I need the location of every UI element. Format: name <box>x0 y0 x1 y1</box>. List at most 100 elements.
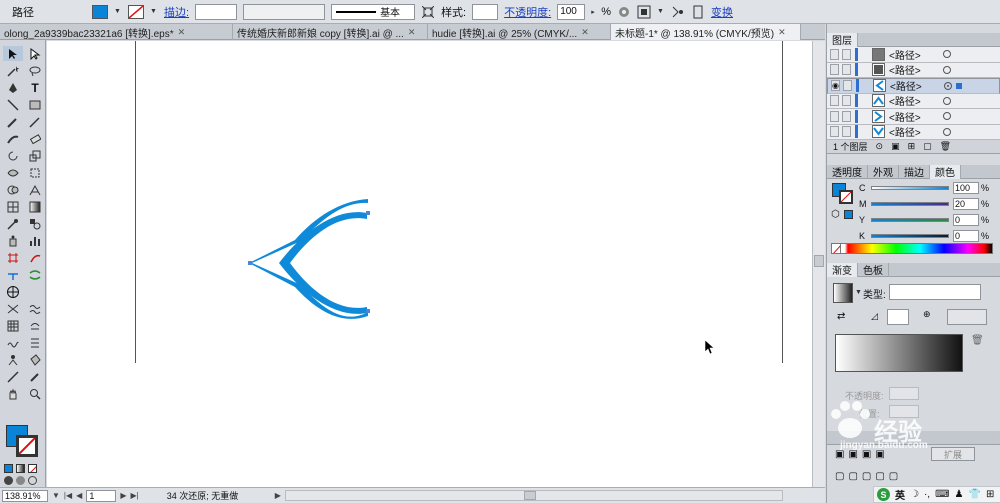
zoom-tool-icon[interactable] <box>25 386 45 401</box>
target-icon[interactable] <box>944 81 952 90</box>
bounding-tool-icon[interactable] <box>3 301 23 316</box>
scissors-tool-icon[interactable] <box>25 267 45 282</box>
opacity-link[interactable]: 不透明度: <box>504 4 551 20</box>
visibility-eye-icon[interactable]: ◉ <box>831 80 840 92</box>
document-tab-active[interactable]: 未标题-1* @ 138.91% (CMYK/预览) ✕ <box>611 24 801 40</box>
user-icon[interactable]: ♟ <box>955 489 964 500</box>
aspect-icon[interactable]: ⊕ <box>923 309 931 320</box>
brush-profile-select[interactable]: 基本 <box>331 3 416 20</box>
draw-normal-icon[interactable] <box>4 476 13 485</box>
knife-tool-icon[interactable] <box>3 267 23 282</box>
color-spectrum-bar[interactable] <box>831 243 993 254</box>
layer-row-selected[interactable]: ◉ <路径> <box>827 78 1000 94</box>
new-sublayer-icon[interactable]: ⊞ <box>908 141 916 152</box>
arrange-icon[interactable] <box>421 5 435 19</box>
scale-tool-icon[interactable] <box>25 148 45 163</box>
line-tool-icon[interactable] <box>3 97 23 112</box>
tab-layers[interactable]: 图层 <box>827 32 858 47</box>
opacity-dropdown-icon[interactable]: ▸ <box>591 8 599 16</box>
layer-row[interactable]: <路径> <box>827 93 1000 109</box>
document-tab[interactable]: olong_2a9339bac23321a6 [转换].eps* ✕ <box>0 24 233 40</box>
canvas-area[interactable] <box>47 41 825 487</box>
fill-swatch[interactable] <box>92 4 108 19</box>
moon-icon[interactable]: ☽ <box>910 489 919 500</box>
aspect-input[interactable] <box>947 309 987 325</box>
fill-dropdown-icon[interactable]: ▼ <box>114 8 122 15</box>
close-icon[interactable]: ✕ <box>581 27 589 38</box>
hand-tool-icon[interactable] <box>3 386 23 401</box>
mesh-tool-icon[interactable] <box>3 199 23 214</box>
direct-selection-tool-icon[interactable] <box>25 46 45 61</box>
blob-brush-tool-icon[interactable] <box>3 131 23 146</box>
slice-tool-icon[interactable] <box>25 250 45 265</box>
draw-inside-icon[interactable] <box>28 476 37 485</box>
zoom-dropdown-icon[interactable]: ▼ <box>52 491 60 500</box>
shape-builder-tool-icon[interactable] <box>3 182 23 197</box>
page-input[interactable]: 1 <box>86 489 117 502</box>
none-mode-icon[interactable] <box>28 464 37 473</box>
grid-icon[interactable]: ⊞ <box>986 489 994 500</box>
list-tool-icon[interactable] <box>25 335 45 350</box>
wave-tool-icon[interactable] <box>3 335 23 350</box>
shirt-icon[interactable]: 👕 <box>968 489 980 500</box>
layer-row[interactable]: <路径> <box>827 47 1000 63</box>
artboard-tool-icon[interactable] <box>3 250 23 265</box>
selection-indicator[interactable] <box>956 82 962 89</box>
select-similar-icon[interactable] <box>691 5 705 19</box>
selection-tool-icon[interactable] <box>3 46 23 61</box>
reverse-gradient-icon[interactable]: ⇄ <box>837 311 845 322</box>
paint-bucket-tool-icon[interactable] <box>25 352 45 367</box>
layer-row[interactable]: <路径> <box>827 124 1000 140</box>
pen-tool-icon[interactable] <box>3 80 23 95</box>
chevron-shape[interactable] <box>47 41 825 487</box>
rotate-tool-icon[interactable] <box>3 148 23 163</box>
tab-gradient[interactable]: 渐变 <box>827 262 858 277</box>
document-tab[interactable]: 传统婚庆新郎新娘 copy [转换].ai @ ... ✕ <box>233 24 428 40</box>
align-icon[interactable] <box>637 5 651 19</box>
gradient-slider[interactable] <box>835 334 963 372</box>
layer-name[interactable]: <路径> <box>889 109 937 124</box>
stroke-link[interactable]: 描边: <box>164 4 189 20</box>
isolate-icon[interactable] <box>671 5 685 19</box>
angle-input[interactable] <box>887 309 909 325</box>
ime-language[interactable]: 英 <box>895 487 905 502</box>
hscroll-thumb[interactable] <box>523 491 536 500</box>
lock-toggle[interactable] <box>842 48 851 60</box>
visibility-toggle[interactable] <box>830 110 839 122</box>
column-graph-tool-icon[interactable] <box>25 233 45 248</box>
opacity-input[interactable]: 100 <box>557 3 586 20</box>
eraser-tool-icon[interactable] <box>25 131 45 146</box>
gradient-mode-icon[interactable] <box>16 464 25 473</box>
variable-width-select[interactable] <box>243 3 326 20</box>
width-tool-icon[interactable] <box>3 165 23 180</box>
pathfinder-icons[interactable]: ▢▢▢▢▢ <box>835 471 902 482</box>
free-transform-tool-icon[interactable] <box>25 165 45 180</box>
first-page-icon[interactable]: |◀ <box>64 491 72 500</box>
m-slider[interactable] <box>871 202 949 206</box>
lock-toggle[interactable] <box>842 64 851 76</box>
visibility-toggle[interactable] <box>830 126 839 138</box>
tab-stroke[interactable]: 描边 <box>899 164 930 179</box>
delete-layer-icon[interactable]: 🗑 <box>940 141 951 152</box>
tab-color[interactable]: 颜色 <box>930 164 961 179</box>
y-slider[interactable] <box>871 218 949 222</box>
pencil-tool-icon[interactable] <box>25 114 45 129</box>
gradient-tool-icon[interactable] <box>25 199 45 214</box>
none-swatch[interactable] <box>831 243 841 254</box>
lock-toggle[interactable] <box>842 126 851 138</box>
pipette-tool-icon[interactable] <box>25 369 45 384</box>
target-icon[interactable] <box>943 127 951 136</box>
measure-tool-icon[interactable] <box>3 369 23 384</box>
eyedropper-tool-icon[interactable] <box>3 216 23 231</box>
dropper-cut-tool-icon[interactable] <box>3 352 23 367</box>
fill-stroke-control[interactable] <box>4 423 42 459</box>
tab-swatches[interactable]: 色板 <box>858 262 889 277</box>
magic-wand-tool-icon[interactable] <box>3 63 23 78</box>
chart-grid-tool-icon[interactable] <box>3 318 23 333</box>
close-icon[interactable]: ✕ <box>778 27 786 38</box>
zoom-select[interactable]: 138.91% <box>2 489 48 502</box>
align-dropdown-icon[interactable]: ▼ <box>657 8 665 15</box>
layer-row[interactable]: <路径> <box>827 62 1000 78</box>
document-tab[interactable]: hudie [转换].ai @ 25% (CMYK/... ✕ <box>428 24 611 40</box>
delete-stop-icon[interactable]: 🗑 <box>971 335 984 346</box>
